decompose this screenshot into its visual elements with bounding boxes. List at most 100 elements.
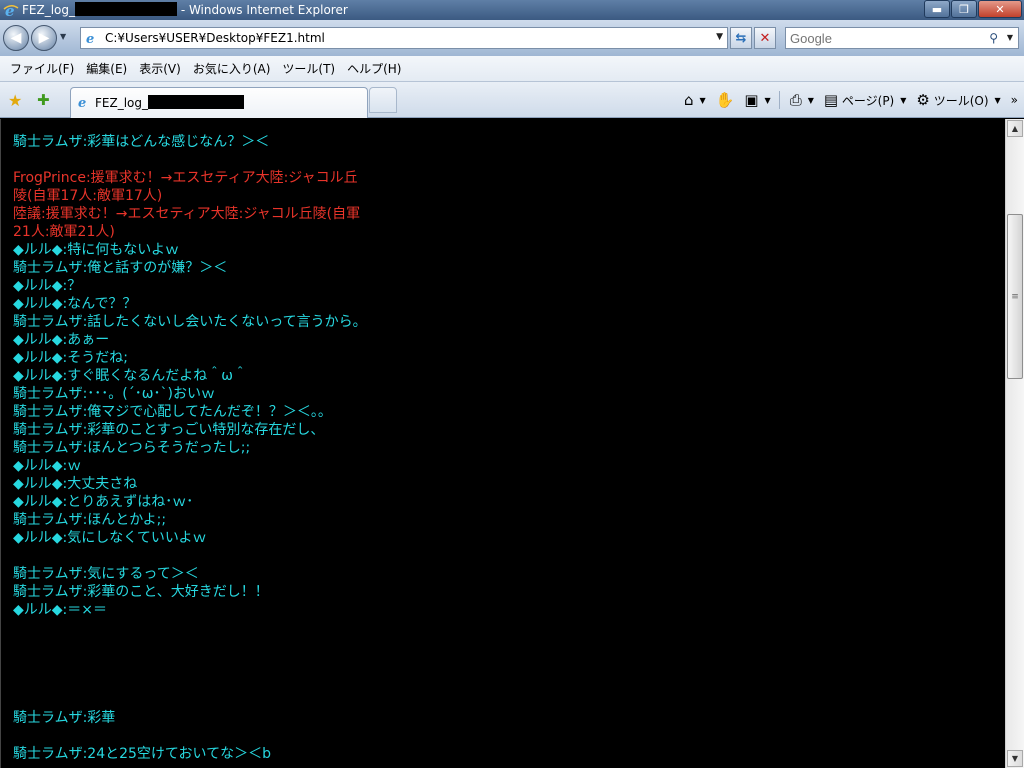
menu-file[interactable]: ファイル(F)	[4, 57, 80, 80]
page-menu-button[interactable]: ▤ ページ(P) ▼	[824, 91, 907, 109]
chevron-down-icon[interactable]: ▼	[900, 96, 906, 105]
separator	[778, 91, 780, 109]
svg-text:e: e	[86, 32, 94, 45]
tools-menu-label: ツール(O)	[933, 93, 989, 108]
chat-line: 騎士ラムザ:俺マジで心配してたんだぞ！？＞＜。。	[13, 404, 332, 420]
feed-icon: ▣	[744, 91, 759, 109]
home-icon: ⌂	[683, 91, 694, 109]
tools-menu-button[interactable]: ⚙ ツール(O) ▼	[916, 91, 1000, 109]
tab-bar: ★ ✚ e FEZ_log_ ⌂ ▼ ✋ ▣ ▼ ⎙ ▼ ▤ ページ(P) ▼ ⚙ ツー…	[0, 82, 1024, 118]
scroll-up-button[interactable]: ▲	[1007, 120, 1023, 137]
chat-line: 騎士ラムザ:彩華のことすっごい特別な存在だし、	[13, 422, 325, 438]
window-title: FEZ_log_ - Windows Internet Explorer	[22, 2, 348, 17]
chat-line: ◆ルル◆:そうだね;	[13, 350, 128, 366]
chat-line: ◆ルル◆:とりあえずはね･ｗ･	[13, 494, 194, 510]
chat-line: 騎士ラムザ:気にするって＞＜	[13, 566, 199, 582]
chevron-down-icon[interactable]: ▼	[995, 96, 1001, 105]
history-dropdown-icon[interactable]: ▼	[60, 32, 66, 41]
menu-help[interactable]: ヘルプ(H)	[341, 57, 407, 80]
chat-line	[13, 619, 367, 637]
command-bar: ⌂ ▼ ✋ ▣ ▼ ⎙ ▼ ▤ ページ(P) ▼ ⚙ ツール(O) ▼ »	[674, 90, 1018, 110]
page-icon: ▤	[823, 91, 839, 109]
new-tab-button[interactable]	[369, 87, 397, 113]
chat-line: 21人:敵軍21人)	[13, 224, 115, 240]
chat-line: 陵(自軍17人:敵軍17人)	[13, 188, 163, 204]
tab-fez-log[interactable]: e FEZ_log_	[70, 87, 368, 118]
tab-title: FEZ_log_	[95, 95, 244, 110]
stop-button[interactable]: ✕	[754, 27, 776, 49]
favorites-star-icon[interactable]: ★	[8, 91, 22, 110]
chat-line: 騎士ラムザ:ほんとつらそうだったし;;	[13, 440, 251, 456]
chat-line: ◆ルル◆:特に何もないよｗ	[13, 242, 179, 258]
chat-line: 騎士ラムザ:彩華のこと、大好きだし！！	[13, 584, 269, 600]
chat-log: 騎士ラムザ:彩華はどんな感じなん？＞＜ FrogPrince:援軍求む！→エスセテ…	[13, 133, 367, 763]
page-icon: e	[86, 32, 94, 45]
chat-line: 騎士ラムザ:彩華	[13, 710, 116, 726]
page-menu-label: ページ(P)	[841, 93, 895, 108]
menu-tools[interactable]: ツール(T)	[276, 57, 341, 80]
add-favorite-icon[interactable]: ✚	[37, 91, 50, 109]
chevron-down-icon[interactable]: ▼	[700, 96, 706, 105]
search-input[interactable]	[786, 28, 986, 48]
hand-button[interactable]: ✋	[716, 91, 735, 109]
chat-line: ◆ルル◆:気にしなくていいよｗ	[13, 530, 207, 546]
internet-explorer-icon: e	[3, 2, 19, 18]
scroll-down-button[interactable]: ▼	[1007, 750, 1023, 767]
chat-line: ◆ルル◆:ｗ	[13, 458, 82, 474]
chevron-down-icon[interactable]: ▼	[765, 96, 771, 105]
chat-line: ◆ルル◆:なんで？？	[13, 296, 137, 312]
forward-button[interactable]: ▶	[31, 25, 57, 51]
feeds-button[interactable]: ▣ ▼	[744, 91, 770, 109]
address-bar[interactable]: e C:¥Users¥USER¥Desktop¥FEZ1.html ▼	[80, 27, 728, 49]
chat-line	[13, 637, 367, 655]
maximize-button[interactable]: ❐	[951, 0, 977, 18]
menu-bar: ファイル(F) 編集(E) 表示(V) お気に入り(A) ツール(T) ヘルプ(…	[0, 56, 1024, 82]
vertical-scrollbar[interactable]: ▲ ≡ ▼	[1005, 119, 1024, 768]
chat-line	[13, 673, 367, 691]
search-box[interactable]: ⚲ ▼	[785, 27, 1019, 49]
chevron-down-icon[interactable]: ▼	[808, 96, 814, 105]
address-dropdown-icon[interactable]: ▼	[716, 32, 723, 42]
chat-line: ◆ルル◆:すぐ眠くなるんだよね＾ω＾	[13, 368, 247, 384]
chat-line	[13, 691, 367, 709]
chat-line: ◆ルル◆:あぁー	[13, 332, 110, 348]
chat-line: 騎士ラムザ:彩華はどんな感じなん？＞＜	[13, 134, 270, 150]
address-url[interactable]: C:¥Users¥USER¥Desktop¥FEZ1.html	[105, 31, 325, 45]
redacted-block	[148, 95, 244, 109]
chat-line: 騎士ラムザ:ほんとかよ;;	[13, 512, 167, 528]
menu-edit[interactable]: 編集(E)	[80, 57, 133, 80]
chat-line: 陸議:援軍求む！→エスセティア大陸:ジャコル丘陵(自軍	[13, 206, 361, 222]
more-button[interactable]: »	[1011, 93, 1018, 107]
chat-line: ◆ルル◆:大丈夫さね	[13, 476, 138, 492]
chat-line	[13, 547, 367, 565]
minimize-button[interactable]: ▬	[924, 0, 950, 18]
chat-line	[13, 151, 367, 169]
chat-line: 騎士ラムザ:･･･。(´･ω･`)おいｗ	[13, 386, 215, 402]
refresh-button[interactable]: ⇆	[730, 27, 752, 49]
chat-line: ◆ルル◆:＝×＝	[13, 602, 107, 618]
hand-icon: ✋	[715, 91, 735, 109]
page-content: 騎士ラムザ:彩華はどんな感じなん？＞＜ FrogPrince:援軍求む！→エスセテ…	[0, 119, 1005, 768]
chat-line: ◆ルル◆:？	[13, 278, 82, 294]
tab-page-icon: e	[78, 96, 86, 109]
close-button[interactable]: ✕	[978, 0, 1022, 18]
svg-text:e: e	[5, 2, 15, 18]
gear-icon: ⚙	[916, 91, 930, 109]
redacted-block	[75, 2, 177, 16]
search-icon[interactable]: ⚲	[989, 31, 998, 45]
printer-icon: ⎙	[789, 91, 802, 109]
chat-line: 騎士ラムザ:24と25空けておいてな＞＜b	[13, 746, 271, 762]
chat-line: FrogPrince:援軍求む！→エスセティア大陸:ジャコル丘	[13, 170, 358, 186]
menu-view[interactable]: 表示(V)	[133, 57, 187, 80]
search-dropdown-icon[interactable]: ▼	[1007, 33, 1013, 42]
window-titlebar: e FEZ_log_ - Windows Internet Explorer ▬…	[0, 0, 1024, 20]
svg-text:e: e	[78, 96, 86, 109]
chat-line: 騎士ラムザ:俺と話すのが嫌？＞＜	[13, 260, 228, 276]
scroll-thumb[interactable]: ≡	[1007, 214, 1023, 379]
print-button[interactable]: ⎙ ▼	[790, 91, 814, 109]
chat-line	[13, 655, 367, 673]
chat-line: 騎士ラムザ:話したくないし会いたくないって言うから。	[13, 314, 367, 330]
back-button[interactable]: ◀	[3, 25, 29, 51]
home-button[interactable]: ⌂ ▼	[684, 91, 706, 109]
menu-favorites[interactable]: お気に入り(A)	[187, 57, 277, 80]
